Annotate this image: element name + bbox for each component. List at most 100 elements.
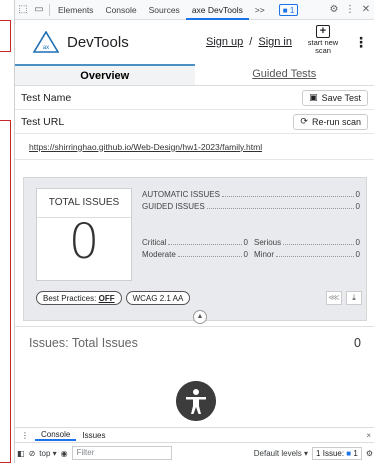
severity-row-2: Moderate 0 Minor 0 <box>142 250 360 262</box>
minor-count: 0 <box>355 250 360 259</box>
axe-header: ax DevTools Sign up / Sign in + start ne… <box>15 20 374 64</box>
tab-guided-tests[interactable]: Guided Tests <box>195 64 374 85</box>
summary-actions: ⋘ ⤓ <box>326 291 362 305</box>
console-filter-input[interactable]: Filter <box>71 446 172 460</box>
sign-in-link[interactable]: Sign in <box>258 36 292 48</box>
inspect-icon[interactable]: ⬚ <box>15 4 31 15</box>
drawer-menu-icon[interactable]: ⋮ <box>15 431 35 440</box>
issues-count: 0 <box>354 335 361 350</box>
total-issues-count: 0 <box>68 214 100 270</box>
more-tabs-button[interactable]: >> <box>249 0 271 20</box>
total-issues-label: TOTAL ISSUES <box>48 197 120 208</box>
guided-issues-count: 0 <box>355 202 360 211</box>
severity-stats: Critical 0 Serious 0 Moderate 0 Minor 0 <box>142 238 360 262</box>
context-selector[interactable]: top ▾ <box>39 449 56 458</box>
tab-overview[interactable]: Overview <box>15 64 195 85</box>
separator: / <box>249 36 253 48</box>
kebab-menu-icon[interactable]: ⋮ <box>342 4 358 15</box>
console-settings-icon[interactable]: ⚙ <box>366 449 374 458</box>
axe-menu-icon[interactable]: ⋮ <box>354 34 368 51</box>
wcag-standard-pill[interactable]: WCAG 2.1 AA <box>125 291 191 305</box>
guided-issues-label: GUIDED ISSUES <box>142 202 205 211</box>
tab-elements[interactable]: Elements <box>52 0 99 20</box>
serious-count: 0 <box>355 238 360 247</box>
tab-sources[interactable]: Sources <box>143 0 186 20</box>
automatic-issues-row[interactable]: AUTOMATIC ISSUES 0 <box>142 190 360 202</box>
drawer-tabs: ⋮ Console Issues × <box>15 427 374 442</box>
svg-text:ax: ax <box>43 45 49 51</box>
test-name-row: Test Name ▣ Save Test <box>15 86 374 110</box>
clear-console-icon[interactable]: ⊘ <box>29 449 36 458</box>
rerun-label: Re-run scan <box>311 116 361 127</box>
start-new-scan-button[interactable]: + start new scan <box>302 25 344 59</box>
issues-title: Issues: Total Issues <box>29 335 138 350</box>
log-levels-dropdown[interactable]: Default levels ▾ <box>254 449 308 458</box>
moderate-label: Moderate <box>142 250 176 259</box>
issues-summary: TOTAL ISSUES 0 AUTOMATIC ISSUES 0 GUIDED… <box>23 177 367 321</box>
issue-type-stats: AUTOMATIC ISSUES 0 GUIDED ISSUES 0 <box>142 190 360 214</box>
severity-row-1: Critical 0 Serious 0 <box>142 238 360 250</box>
console-issues-button[interactable]: 1 Issue: ■ 1 <box>312 446 362 460</box>
best-practices-value: OFF <box>98 294 115 303</box>
save-test-button[interactable]: ▣ Save Test <box>302 89 368 106</box>
issue-flag-icon: ■ <box>346 448 352 458</box>
accessibility-person-icon <box>176 381 216 421</box>
guided-issues-row[interactable]: GUIDED ISSUES 0 <box>142 202 360 214</box>
devtools-panel: ⬚ ▭ Elements Console Sources axe DevTool… <box>14 0 374 463</box>
critical-row[interactable]: Critical 0 <box>142 238 248 250</box>
axe-logo-icon: ax <box>33 31 59 53</box>
sign-up-link[interactable]: Sign up <box>206 36 243 48</box>
start-scan-label: start new scan <box>307 38 339 55</box>
eye-icon[interactable]: ◉ <box>61 449 68 458</box>
best-practices-label: Best Practices: <box>43 294 97 303</box>
minor-row[interactable]: Minor 0 <box>254 250 360 262</box>
test-url-link[interactable]: https://shirringhao.github.io/Web-Design… <box>15 134 374 160</box>
download-icon[interactable]: ⤓ <box>346 291 362 305</box>
refresh-icon: ⟳ <box>300 116 308 126</box>
plus-icon: + <box>316 25 330 38</box>
tab-axe-devtools[interactable]: axe DevTools <box>185 0 249 20</box>
critical-label: Critical <box>142 238 167 247</box>
issues-badge[interactable]: ■ 1 <box>278 3 299 16</box>
issues-header: Issues: Total Issues 0 <box>15 326 374 358</box>
close-icon[interactable]: ✕ <box>358 4 374 15</box>
test-name-label: Test Name <box>21 91 72 104</box>
auth-links: Sign up / Sign in <box>206 36 292 48</box>
highlight-box-bottom <box>0 120 11 463</box>
devtools-tabbar: ⬚ ▭ Elements Console Sources axe DevTool… <box>15 0 374 20</box>
highlight-box-top <box>0 20 11 52</box>
tab-console[interactable]: Console <box>99 0 142 20</box>
test-url-row: Test URL ⟳ Re-run scan <box>15 110 374 134</box>
moderate-count: 0 <box>243 250 248 259</box>
console-issues-count: 1 <box>353 448 358 458</box>
save-test-label: Save Test <box>321 92 361 103</box>
brand-title: DevTools <box>67 33 129 51</box>
rerun-scan-button[interactable]: ⟳ Re-run scan <box>293 113 368 130</box>
serious-label: Serious <box>254 238 282 247</box>
moderate-row[interactable]: Moderate 0 <box>142 250 248 262</box>
summary-filters: Best Practices: OFF WCAG 2.1 AA <box>36 291 191 305</box>
divider <box>49 3 50 16</box>
console-toolbar: ◧ ⊘ top ▾ ◉ Filter Default levels ▾ 1 Is… <box>15 442 374 463</box>
test-url-label: Test URL <box>21 115 65 128</box>
drawer-tab-issues[interactable]: Issues <box>76 431 111 440</box>
drawer-close-icon[interactable]: × <box>366 431 374 440</box>
device-toolbar-icon[interactable]: ▭ <box>31 4 47 15</box>
automatic-issues-count: 0 <box>355 190 360 199</box>
collapse-chevron-up-icon[interactable]: ▲ <box>193 310 207 324</box>
view-tabs: Overview Guided Tests <box>15 64 374 86</box>
sidebar-toggle-icon[interactable]: ◧ <box>17 449 25 458</box>
share-icon[interactable]: ⋘ <box>326 291 342 305</box>
drawer-tab-console[interactable]: Console <box>35 430 77 441</box>
settings-gear-icon[interactable]: ⚙ <box>326 4 342 15</box>
divider <box>37 217 131 218</box>
save-icon: ▣ <box>309 92 318 102</box>
automatic-issues-label: AUTOMATIC ISSUES <box>142 190 220 199</box>
total-issues-card: TOTAL ISSUES 0 <box>36 188 132 281</box>
serious-row[interactable]: Serious 0 <box>254 238 360 250</box>
critical-count: 0 <box>243 238 248 247</box>
best-practices-toggle[interactable]: Best Practices: OFF <box>36 291 122 305</box>
minor-label: Minor <box>254 250 275 259</box>
screenshot-root: ⬚ ▭ Elements Console Sources axe DevTool… <box>0 0 374 463</box>
console-issues-label: 1 Issue: <box>316 448 345 458</box>
